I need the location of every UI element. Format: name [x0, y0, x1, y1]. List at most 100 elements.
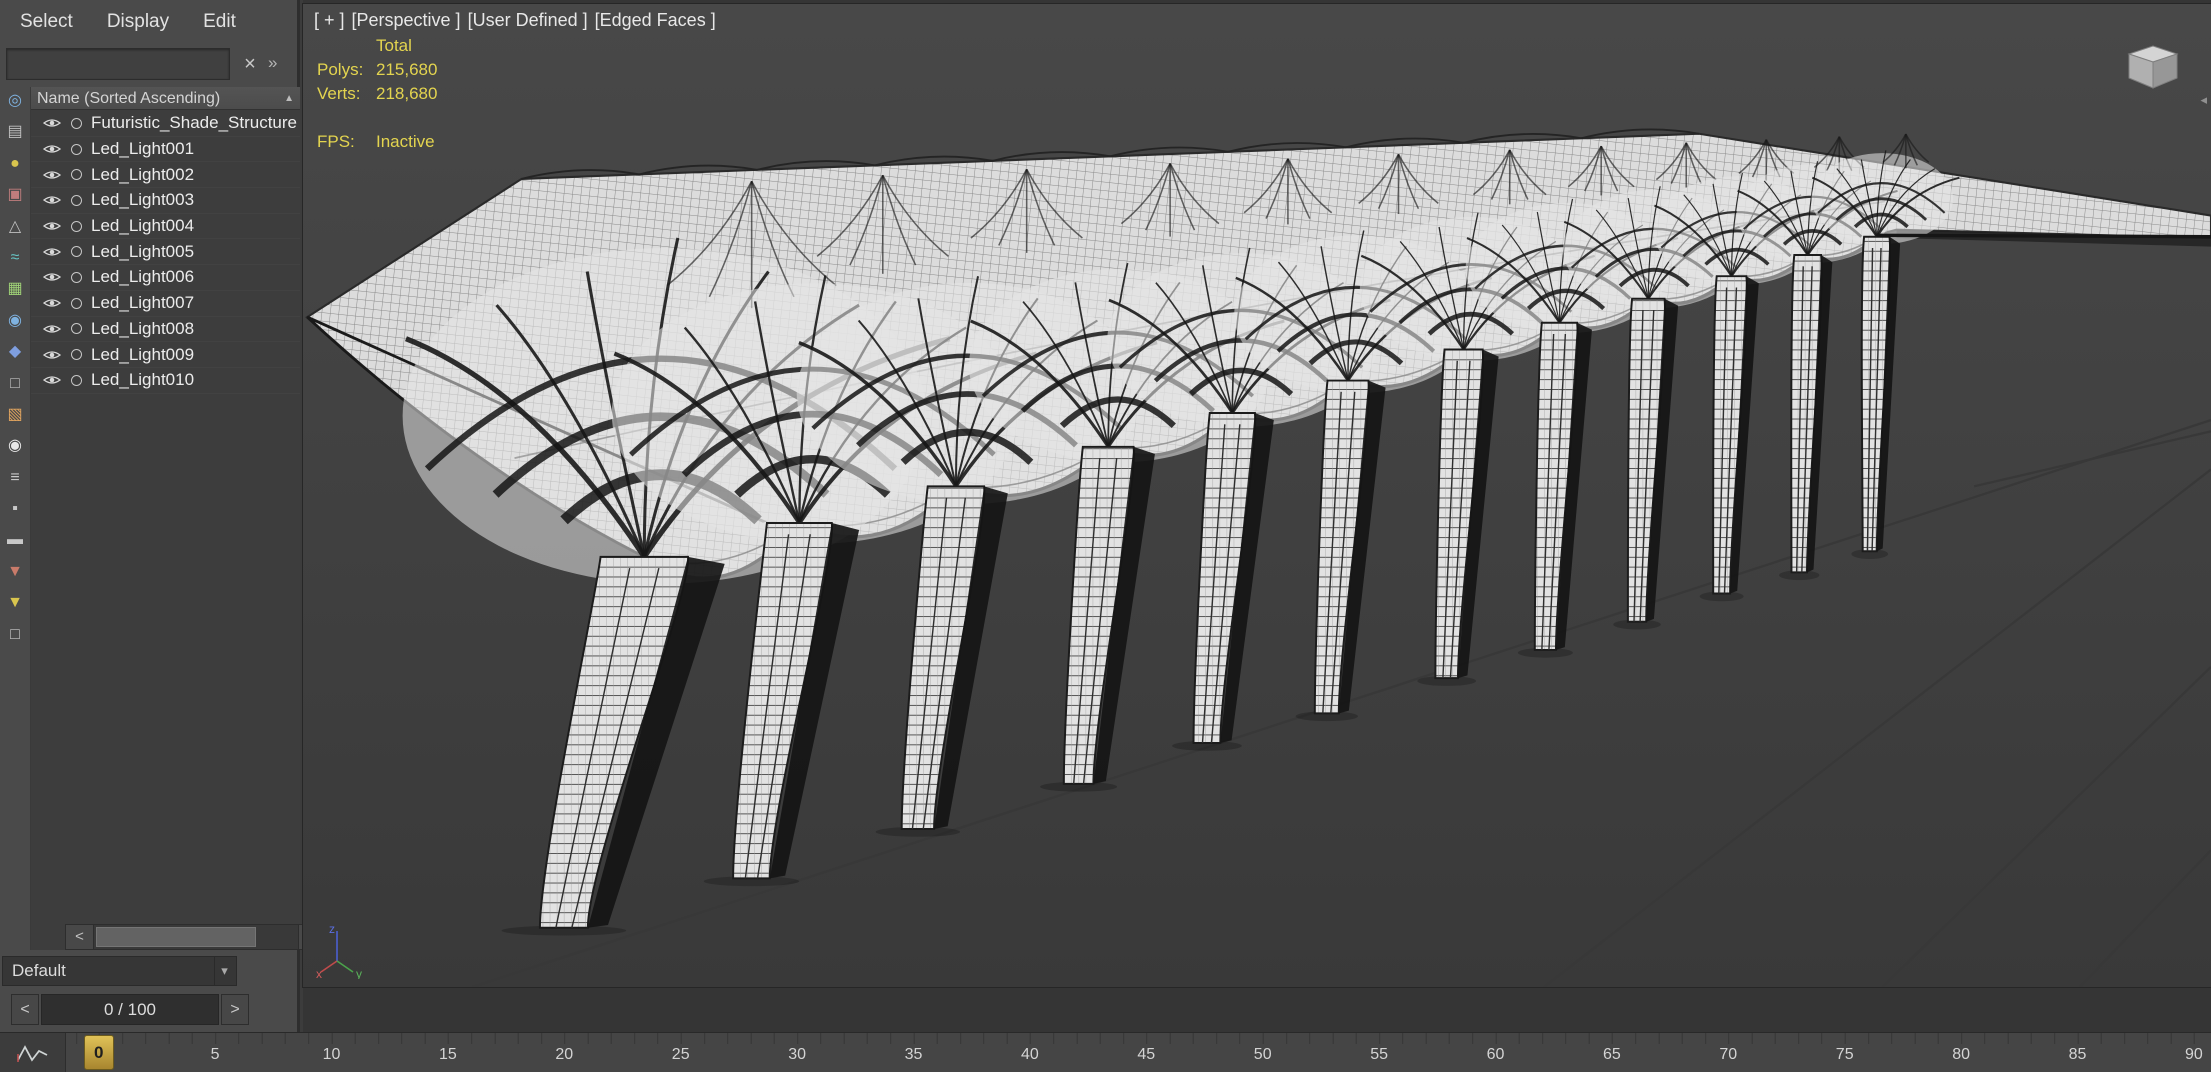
timeline-tick-label: 30: [788, 1046, 806, 1064]
scene-item-label[interactable]: Led_Light009: [91, 345, 194, 365]
scene-item-label[interactable]: Led_Light004: [91, 216, 194, 236]
visibility-eye-icon[interactable]: [43, 143, 61, 155]
explorer-search-input[interactable]: [6, 48, 230, 80]
scrollbar-track[interactable]: [94, 925, 298, 949]
scene-item-row[interactable]: Led_Light009: [31, 342, 300, 368]
scene-item-label[interactable]: Led_Light010: [91, 370, 194, 390]
scene-item-label[interactable]: Futuristic_Shade_Structure: [91, 113, 297, 133]
spinner-decrement-button[interactable]: <: [11, 994, 39, 1025]
scene-item-row[interactable]: Led_Light002: [31, 162, 300, 188]
scene-item-label[interactable]: Led_Light007: [91, 293, 194, 313]
3dsmax-window: Select Display Edit × » ◎ ▤ ● ▣ △ ≈ ▦: [0, 0, 2211, 1072]
shapes-filter-icon[interactable]: ◉: [0, 310, 31, 332]
timeline-tick-label: 15: [439, 1046, 457, 1064]
scene-item-row[interactable]: Led_Light010: [31, 368, 300, 394]
perspective-viewport[interactable]: [ + ] [Perspective ] [User Defined ] [Ed…: [303, 4, 2211, 987]
toolbar-overflow-icon[interactable]: »: [268, 53, 277, 73]
viewport-shading-menu[interactable]: [Edged Faces ]: [595, 10, 716, 31]
sort-mode-icon[interactable]: ▬: [0, 529, 31, 551]
visibility-eye-icon[interactable]: [43, 271, 61, 283]
xref-filter-icon[interactable]: ▧: [0, 404, 31, 426]
cameras-filter-icon[interactable]: ▣: [0, 184, 31, 206]
new-set-icon[interactable]: □: [0, 624, 31, 646]
filter-selected-icon[interactable]: ▼: [0, 561, 31, 583]
timeline-tick-label: 65: [1603, 1046, 1621, 1064]
scene-item-row[interactable]: Led_Light004: [31, 214, 300, 240]
visibility-eye-icon[interactable]: [43, 169, 61, 181]
scrollbar-thumb[interactable]: [96, 927, 256, 947]
node-type-dot-icon[interactable]: [71, 246, 82, 257]
timeline-tick-label: 50: [1254, 1046, 1272, 1064]
viewcube[interactable]: [2123, 40, 2183, 92]
timeline-ruler[interactable]: 0 5 10 15 20 25 30 35 40 45 50 55: [0, 1032, 2211, 1072]
timeline-tick-label: 85: [2069, 1046, 2087, 1064]
scroll-left-button[interactable]: <: [66, 925, 94, 949]
chevron-down-icon[interactable]: ▾: [214, 957, 234, 985]
scene-item-row[interactable]: Led_Light008: [31, 317, 300, 343]
menu-edit[interactable]: Edit: [203, 11, 236, 33]
preset-dropdown[interactable]: Default ▾: [2, 956, 237, 986]
scene-object-list: Futuristic_Shade_Structure Led_Light001: [31, 111, 300, 394]
search-clear-icon[interactable]: ×: [238, 52, 262, 76]
scene-item-label[interactable]: Led_Light005: [91, 242, 194, 262]
viewport-camera-menu[interactable]: [User Defined ]: [468, 10, 588, 31]
spinner-increment-button[interactable]: >: [221, 994, 249, 1025]
scene-item-label[interactable]: Led_Light006: [91, 267, 194, 287]
node-type-dot-icon[interactable]: [71, 169, 82, 180]
menu-select[interactable]: Select: [20, 11, 73, 33]
filter-custom-icon[interactable]: ▼: [0, 592, 31, 614]
node-type-dot-icon[interactable]: [71, 375, 82, 386]
pick-filter-icon[interactable]: ◎: [0, 90, 31, 112]
node-type-dot-icon[interactable]: [71, 323, 82, 334]
explorer-h-scrollbar[interactable]: < >: [65, 924, 327, 950]
visibility-eye-icon[interactable]: [43, 349, 61, 361]
node-type-dot-icon[interactable]: [71, 221, 82, 232]
node-type-dot-icon[interactable]: [71, 349, 82, 360]
scene-item-row[interactable]: Futuristic_Shade_Structure: [31, 111, 300, 137]
visibility-eye-icon[interactable]: [43, 323, 61, 335]
viewport-general-menu[interactable]: [ + ]: [314, 10, 345, 31]
scene-item-row[interactable]: Led_Light006: [31, 265, 300, 291]
scene-item-row[interactable]: Led_Light003: [31, 188, 300, 214]
visibility-eye-icon[interactable]: [43, 194, 61, 206]
timeline-tick-label: 20: [555, 1046, 573, 1064]
node-type-dot-icon[interactable]: [71, 298, 82, 309]
scene-item-row[interactable]: Led_Light005: [31, 239, 300, 265]
visibility-eye-icon[interactable]: [43, 117, 61, 129]
scene-item-row[interactable]: Led_Light007: [31, 291, 300, 317]
grid-view-icon[interactable]: ▪: [0, 498, 31, 520]
menu-display[interactable]: Display: [107, 11, 169, 33]
scene-item-label[interactable]: Led_Light002: [91, 165, 194, 185]
spacewarps-filter-icon[interactable]: ≈: [0, 247, 31, 269]
visibility-eye-icon[interactable]: [43, 297, 61, 309]
visibility-toggle-icon[interactable]: ◉: [0, 435, 31, 457]
stats-polys-value: 215,680: [376, 60, 437, 80]
viewport-canvas[interactable]: [303, 4, 2211, 987]
timeline-tick-label: 60: [1487, 1046, 1505, 1064]
layers-icon[interactable]: ▤: [0, 121, 31, 143]
viewport-pov-menu[interactable]: [Perspective ]: [352, 10, 461, 31]
visibility-eye-icon[interactable]: [43, 374, 61, 386]
scene-item-label[interactable]: Led_Light003: [91, 190, 194, 210]
helpers-filter-icon[interactable]: △: [0, 216, 31, 238]
node-type-dot-icon[interactable]: [71, 272, 82, 283]
geometry-filter-icon[interactable]: ▦: [0, 278, 31, 300]
scene-item-label[interactable]: Led_Light008: [91, 319, 194, 339]
scene-explorer-panel: Select Display Edit × » ◎ ▤ ● ▣ △ ≈ ▦: [0, 0, 300, 1032]
list-view-icon[interactable]: ≡: [0, 467, 31, 489]
visibility-eye-icon[interactable]: [43, 220, 61, 232]
lights-filter-icon[interactable]: ●: [0, 153, 31, 175]
spinner-value-field[interactable]: 0 / 100: [41, 994, 219, 1025]
scene-item-label[interactable]: Led_Light001: [91, 139, 194, 159]
name-column-header[interactable]: Name (Sorted Ascending) ▲: [31, 87, 300, 110]
scene-item-row[interactable]: Led_Light001: [31, 137, 300, 163]
containers-filter-icon[interactable]: □: [0, 373, 31, 395]
node-type-dot-icon[interactable]: [71, 118, 82, 129]
axis-z-label: z: [329, 922, 335, 936]
materials-filter-icon[interactable]: ◆: [0, 341, 31, 363]
time-slider[interactable]: 0: [84, 1035, 114, 1070]
node-type-dot-icon[interactable]: [71, 144, 82, 155]
visibility-eye-icon[interactable]: [43, 246, 61, 258]
node-type-dot-icon[interactable]: [71, 195, 82, 206]
viewport-expand-arrow-icon[interactable]: ◂: [2200, 92, 2207, 108]
